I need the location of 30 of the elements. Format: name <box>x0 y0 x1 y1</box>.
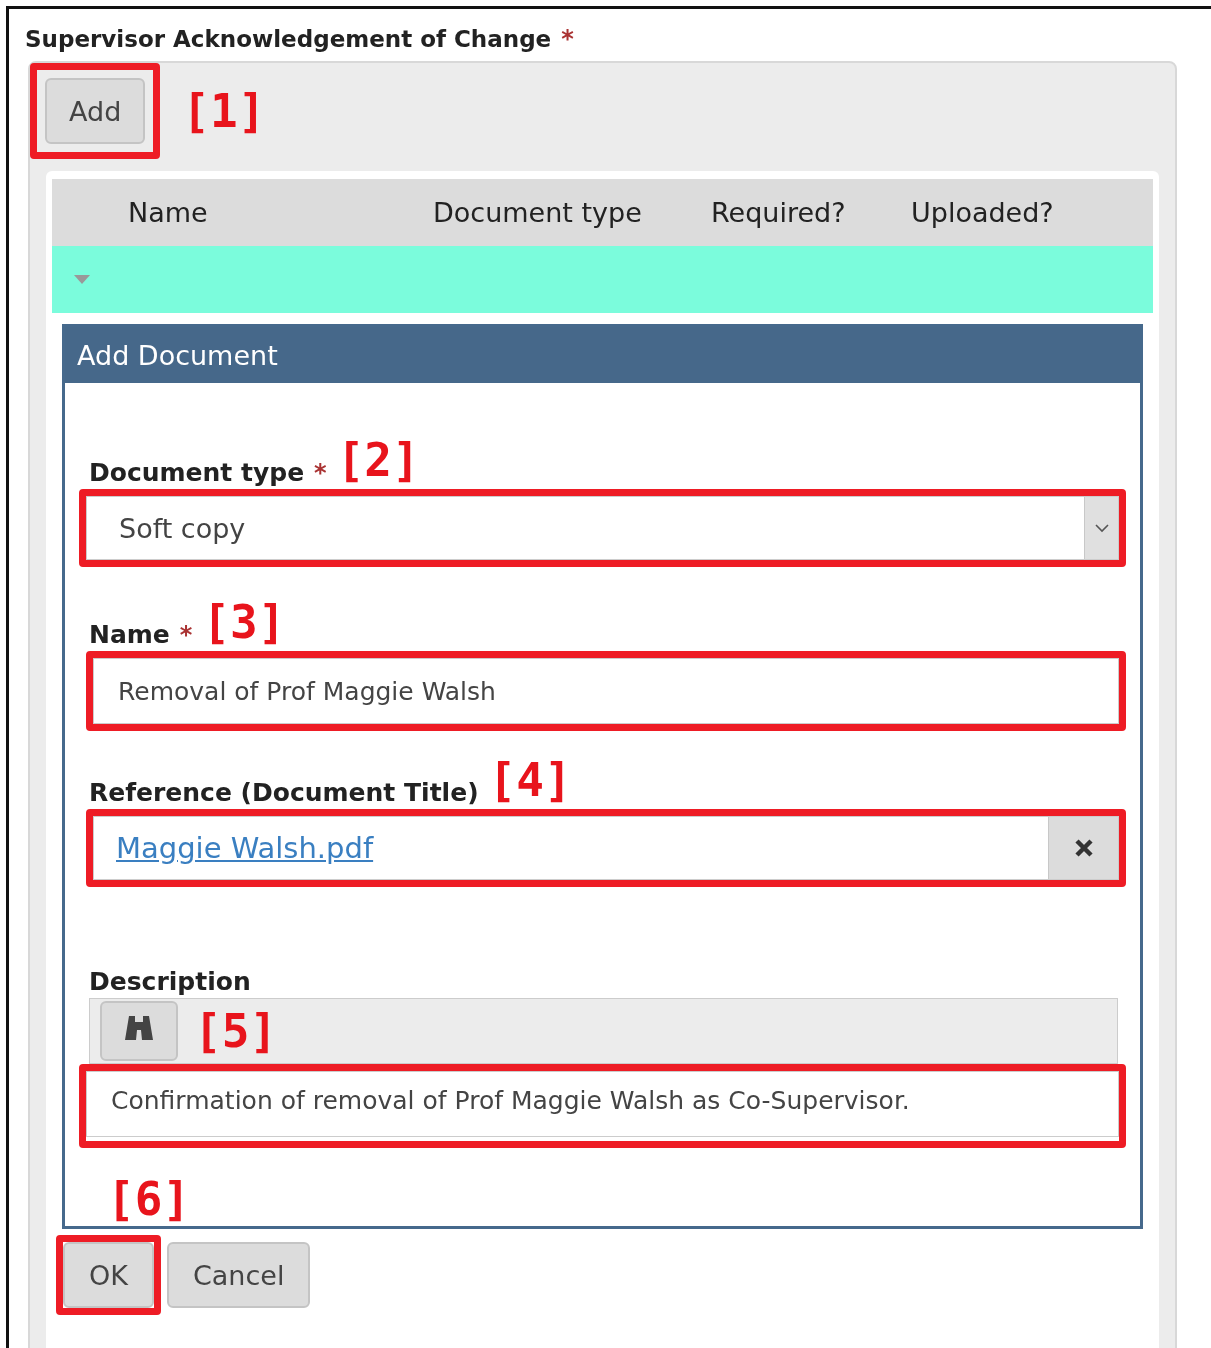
column-header[interactable]: Document type <box>433 197 711 228</box>
column-header[interactable]: Name <box>128 197 433 228</box>
clear-button[interactable] <box>1048 817 1118 879</box>
input-field[interactable]: Removal of Prof Maggie Walsh <box>93 658 1119 724</box>
chevron-down-icon <box>1094 523 1109 533</box>
dropdown-field[interactable]: Soft copy <box>86 496 1119 560</box>
section-title: Supervisor Acknowledgement of Change <box>25 26 552 52</box>
add-button[interactable]: Add <box>45 78 146 144</box>
callout-label: [3] <box>202 595 286 649</box>
callout-label: [1] <box>182 84 266 138</box>
callout-label: [6] <box>107 1172 191 1226</box>
column-header[interactable]: Required? <box>711 197 911 228</box>
ok-button[interactable]: OK <box>63 1242 154 1308</box>
column-header[interactable]: Uploaded? <box>911 197 1153 228</box>
field-label: Document type <box>89 458 305 487</box>
callout-label: [5] <box>194 1004 278 1058</box>
required-mark: * <box>561 25 574 53</box>
required-mark: * <box>179 621 193 649</box>
text-area[interactable]: Confirmation of removal of Prof Maggie Walsh as Co-Supervisor. <box>86 1071 1119 1137</box>
cancel-button[interactable]: Cancel <box>166 1242 311 1308</box>
field-label: Description <box>89 967 251 996</box>
callout-label: [2] <box>336 433 420 487</box>
file-link[interactable]: Maggie Walsh.pdf <box>116 831 374 865</box>
field-label: Reference (Document Title) <box>89 778 479 807</box>
dialog-title: Add Document <box>65 327 1140 383</box>
callout-label: [4] <box>488 753 572 807</box>
search-button[interactable] <box>100 1001 178 1061</box>
required-mark: * <box>314 459 327 487</box>
close-icon <box>1073 838 1094 858</box>
field-label: Name <box>89 620 170 649</box>
